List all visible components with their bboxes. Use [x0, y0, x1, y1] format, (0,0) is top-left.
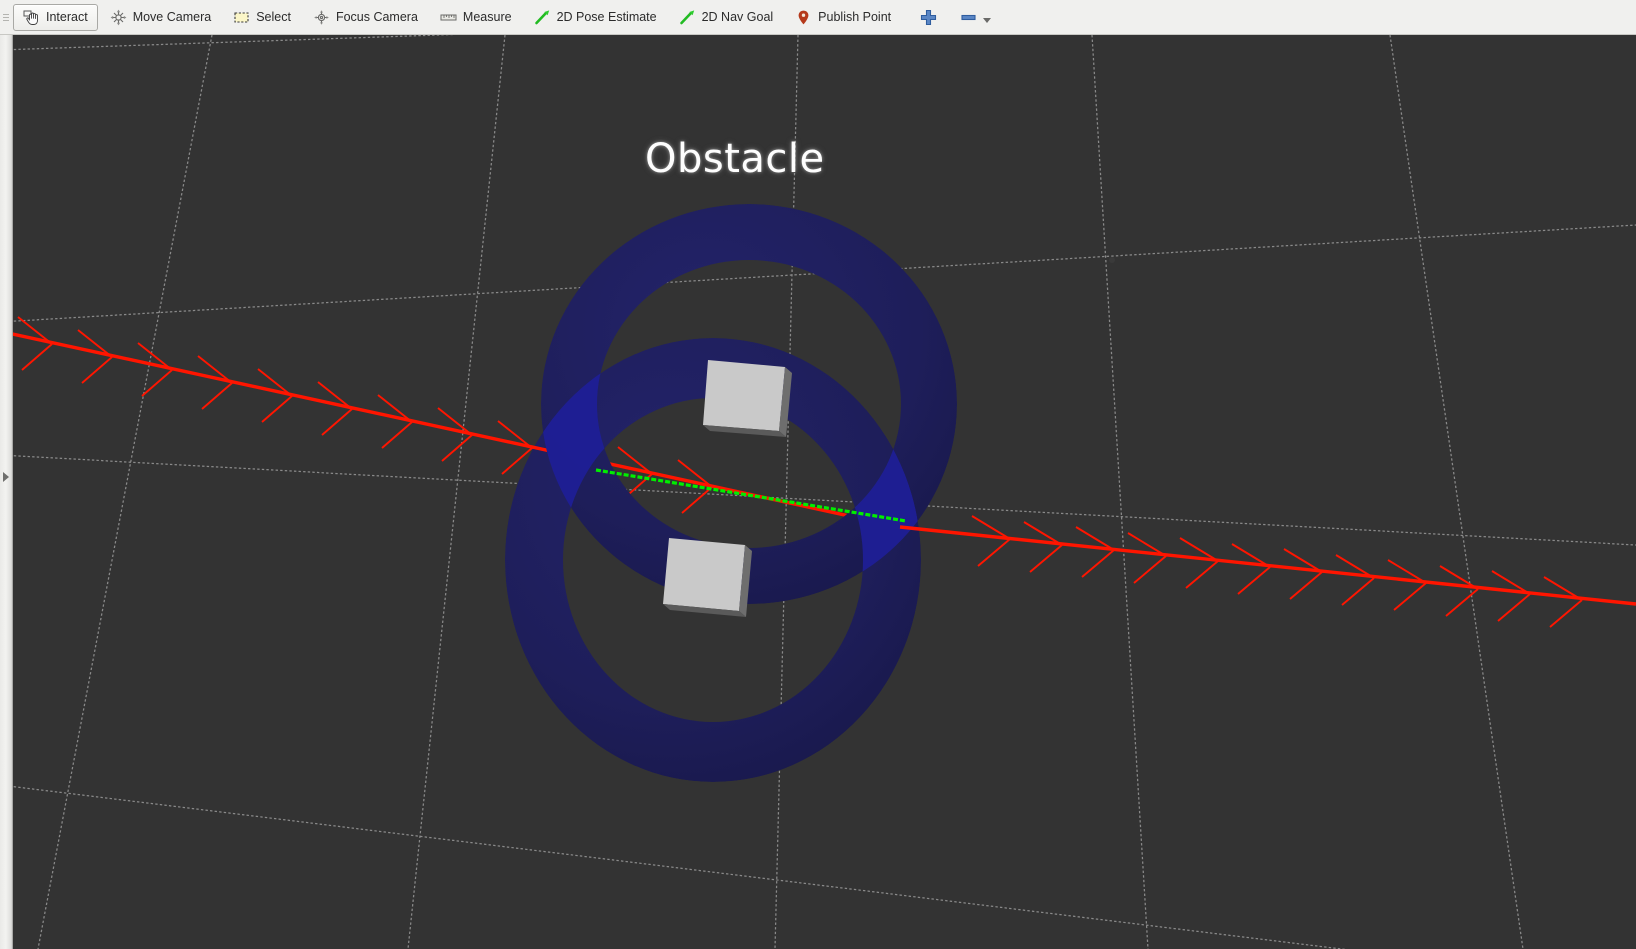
tool-label: Focus Camera — [335, 10, 418, 24]
green-arrow-icon — [534, 9, 549, 24]
tool-label: Interact — [46, 10, 88, 24]
tool-button-interact[interactable]: Interact — [13, 3, 98, 31]
tool-button-select[interactable]: Select — [223, 4, 301, 31]
path-arrows-right — [899, 515, 1636, 628]
grid-line-horizontal — [13, 785, 1347, 949]
plus-icon — [920, 9, 936, 25]
tool-label: Select — [256, 10, 291, 24]
selection-box-icon — [234, 11, 249, 23]
path-arrowhead-group — [971, 515, 1583, 628]
grid-line-horizontal — [13, 35, 457, 51]
cube-marker-lower — [663, 538, 752, 617]
grid-line-vertical — [1091, 35, 1149, 949]
main-toolbar: Interact Move Camera Select Focus Camera… — [0, 0, 1636, 35]
remove-tool-button[interactable] — [954, 3, 982, 32]
tool-label: Move Camera — [132, 10, 212, 24]
hand-cursor-icon — [23, 10, 38, 25]
tool-button-move-camera[interactable]: Move Camera — [100, 4, 222, 31]
tool-button-publish-point[interactable]: Publish Point — [785, 4, 901, 31]
focus-camera-icon — [314, 9, 329, 25]
add-tool-button[interactable] — [914, 3, 942, 32]
ruler-icon — [440, 14, 457, 20]
grid-line-vertical — [37, 35, 213, 949]
handle-line — [3, 19, 9, 21]
expand-panel-arrow-icon[interactable] — [3, 472, 9, 482]
tool-button-focus-camera[interactable]: Focus Camera — [303, 4, 428, 31]
left-dock-splitter[interactable] — [0, 35, 13, 949]
handle-line — [3, 13, 9, 15]
minus-icon — [961, 14, 976, 20]
tool-label: Publish Point — [818, 10, 892, 24]
chevron-down-icon[interactable] — [983, 18, 992, 23]
tool-button-2d-nav-goal[interactable]: 2D Nav Goal — [669, 4, 784, 31]
handle-line — [3, 16, 9, 18]
toolbar-drag-handle[interactable] — [0, 0, 12, 35]
3d-scene — [13, 35, 1636, 949]
tool-button-2d-pose-estimate[interactable]: 2D Pose Estimate — [524, 4, 667, 31]
grid-line-vertical — [407, 35, 506, 949]
grid-line-vertical — [1389, 35, 1524, 949]
green-arrow-icon — [679, 9, 694, 24]
rviz-3d-viewport[interactable]: Obstacle — [13, 35, 1636, 949]
scene-point-marker — [1109, 257, 1115, 263]
tool-label: 2D Nav Goal — [701, 10, 774, 24]
map-pin-icon — [798, 10, 809, 24]
cube-marker-upper — [703, 360, 792, 437]
tool-button-measure[interactable]: Measure — [430, 4, 522, 31]
move-camera-icon — [110, 9, 127, 25]
tool-label: Measure — [462, 10, 512, 24]
tool-label: 2D Pose Estimate — [556, 10, 657, 24]
